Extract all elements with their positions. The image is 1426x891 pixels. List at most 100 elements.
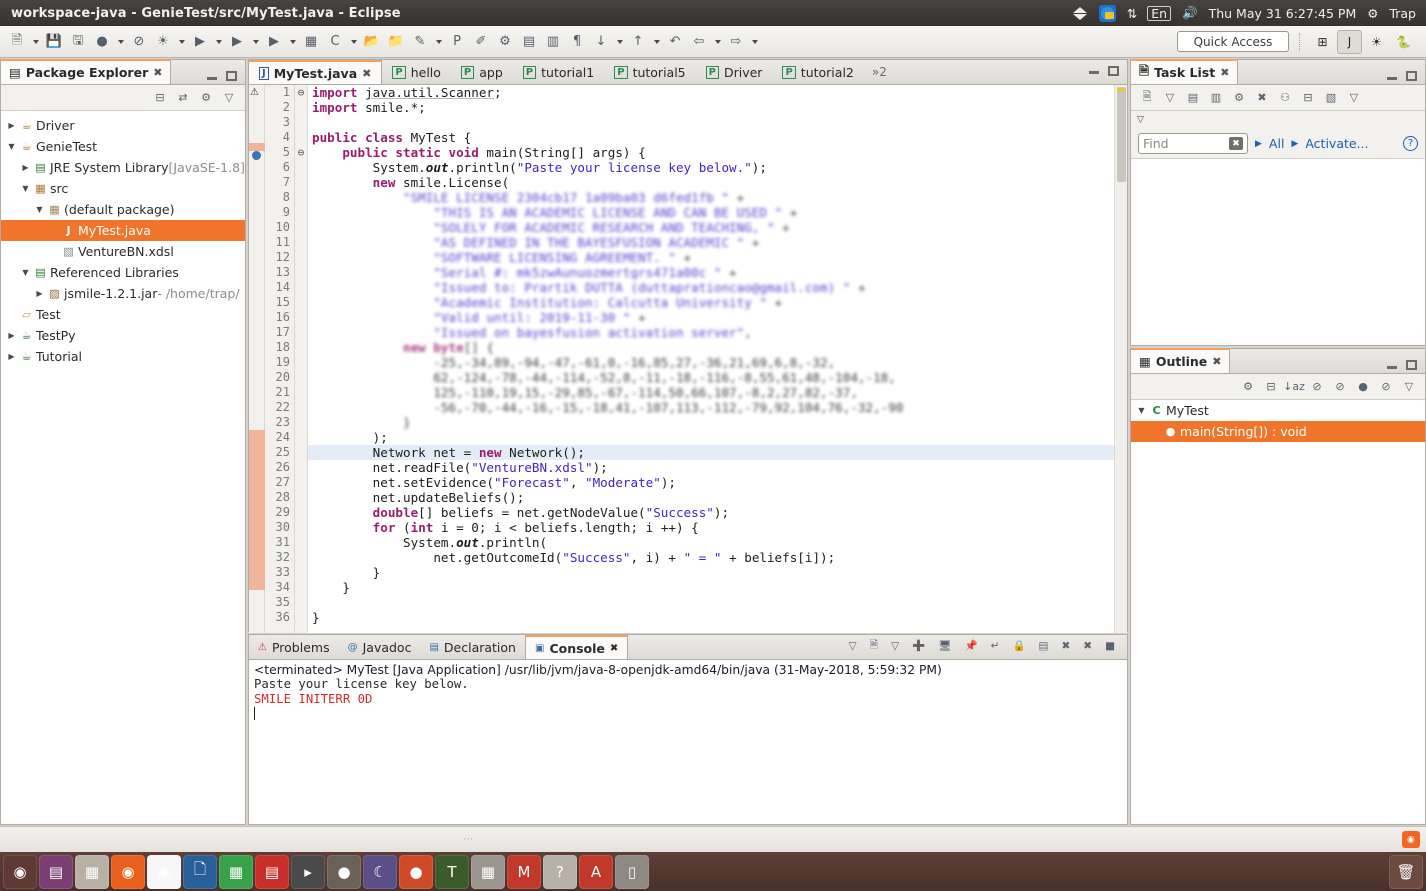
quick-access-input[interactable]: Quick Access [1177, 31, 1289, 52]
save[interactable]: 💾 [43, 31, 65, 53]
maximize-icon[interactable] [1406, 360, 1417, 370]
firefox-icon[interactable]: ◉ [111, 854, 145, 889]
link-with-editor-icon[interactable]: ⇄ [173, 88, 193, 108]
session-gear-icon[interactable]: ⚙ [1367, 6, 1378, 21]
back[interactable]: ⇦ [688, 31, 710, 53]
view-menu-arrow-icon[interactable]: ▽ [1137, 115, 1144, 125]
mendeley-icon[interactable]: M [507, 854, 541, 889]
close-icon[interactable]: ✖ [362, 67, 371, 80]
forward-dropdown[interactable] [749, 31, 760, 53]
tree-item[interactable]: ▶ ☕ TestPy [1, 325, 245, 346]
code-line[interactable] [308, 115, 1127, 130]
code-line-redacted[interactable]: new byte[] { [308, 340, 1127, 355]
perspective-java[interactable]: J [1337, 29, 1362, 54]
editor-tab-hello[interactable]: Phello [382, 60, 451, 84]
code-line[interactable]: } [308, 580, 1127, 595]
new-wizard-dropdown[interactable] [30, 31, 41, 53]
network-updown-icon[interactable]: ⇅ [1127, 6, 1138, 21]
scroll-lock-icon[interactable]: 🔒 [1012, 639, 1025, 652]
chevron-down-icon[interactable]: ▼ [33, 205, 46, 214]
editor-vertical-scrollbar[interactable] [1114, 85, 1127, 633]
new-console-dropdown-icon[interactable]: ▽ [849, 640, 857, 652]
tree-item[interactable]: ▶ ☕ Driver [1, 115, 245, 136]
external-tools-dropdown[interactable] [250, 31, 261, 53]
code-line-redacted[interactable]: "Issued to: Prartik DUTTA (duttaprationc… [308, 280, 1127, 295]
sort-icon[interactable]: ↓az [1283, 377, 1305, 397]
code-line-redacted[interactable]: "SOLELY FOR ACADEMIC RESEARCH AND TEACHI… [308, 220, 1127, 235]
chevron-right-icon[interactable]: ▶ [33, 289, 46, 298]
hide-fields-icon[interactable]: ⊘ [1307, 377, 1327, 397]
minimize-icon[interactable] [1387, 361, 1397, 370]
debug-dropdown[interactable] [176, 31, 187, 53]
close-icon[interactable]: ✖ [1212, 355, 1221, 368]
code-line-redacted[interactable]: -56,-70,-44,-16,-15,-18,41,-107,113,-112… [308, 400, 1127, 415]
new-console-view-icon[interactable]: 🗎 [870, 637, 878, 655]
code-line-redacted[interactable]: "AS DEFINED IN THE BAYESFUSION ACADEMIC … [308, 235, 1127, 250]
chevron-right-icon[interactable]: ▶ [5, 352, 18, 361]
view-menu-icon[interactable]: ▽ [219, 88, 239, 108]
tree-item[interactable]: ▶ ▤ JRE System Library [JavaSE-1.8] [1, 157, 245, 178]
task-list-content[interactable] [1131, 159, 1425, 344]
texmaker-icon[interactable]: T [435, 854, 469, 889]
close-icon[interactable]: ✖ [153, 66, 162, 79]
remove-launch-icon[interactable]: ✖ [1083, 640, 1092, 652]
libreoffice-writer-icon[interactable]: 🗋 [183, 854, 217, 889]
run[interactable]: ▶ [189, 31, 211, 53]
close-icon[interactable]: ✖ [610, 643, 618, 654]
package-explorer-tree[interactable]: ▶ ☕ Driver ▼ ☕ GenieTest ▶ ▤ JRE System Library … [1, 111, 245, 823]
weather-app-icon[interactable]: ● [327, 854, 361, 889]
editor-code-text[interactable]: import java.util.Scanner; import smile.*;… [308, 85, 1127, 633]
open-perspective[interactable]: ⊞ [1310, 30, 1335, 54]
code-line[interactable]: Network net = new Network(); [308, 445, 1127, 460]
editor-tab-tutorial2[interactable]: Ptutorial2 [772, 60, 863, 84]
run-dropdown[interactable] [213, 31, 224, 53]
editor-tab-overflow[interactable]: »2 [864, 60, 895, 84]
code-line-redacted[interactable]: "SMILE LICENSE 2304cb17 1a09ba03 d6fed1f… [308, 190, 1127, 205]
new-pydev-project[interactable]: ✎ [409, 31, 431, 53]
tree-item[interactable]: ▼ ▦ src [1, 178, 245, 199]
code-line[interactable]: double[] beliefs = net.getNodeValue("Suc… [308, 505, 1127, 520]
code-line[interactable]: System.out.println( [308, 535, 1127, 550]
dropbox-icon[interactable] [1072, 6, 1088, 21]
tree-item[interactable]: ▼ ▤ Referenced Libraries [1, 262, 245, 283]
collapse-all-icon[interactable]: ⊟ [1298, 88, 1318, 108]
minimize-icon[interactable] [1387, 72, 1397, 81]
view-menu-filters-icon[interactable]: ⚙ [196, 88, 216, 108]
code-line[interactable]: public static void main(String[] args) { [308, 145, 1127, 160]
new-java-class[interactable]: C [324, 31, 346, 53]
keyboard-layout-indicator[interactable]: En [1147, 5, 1172, 21]
code-line[interactable]: } [308, 610, 1127, 625]
code-line[interactable]: net.getOutcomeId("Success", i) + " = " +… [308, 550, 1127, 565]
code-line[interactable]: net.updateBeliefs(); [308, 490, 1127, 505]
fold-toggle-icon[interactable]: ⊖ [295, 145, 307, 160]
datetime-indicator[interactable]: Thu May 31 6:27:45 PM [1209, 6, 1357, 21]
maximize-icon[interactable] [1406, 71, 1417, 81]
editor-tab-driver[interactable]: P Driver [696, 60, 773, 84]
synchronize-changed-icon[interactable]: ✖ [1252, 88, 1272, 108]
code-line-redacted[interactable]: 62,-124,-78,-44,-114,-52,8,-11,-18,-116,… [308, 370, 1127, 385]
chevron-down-icon[interactable]: ▼ [1135, 406, 1148, 415]
globals-browser[interactable]: ⚙ [494, 31, 516, 53]
view-menu-icon[interactable]: ▽ [1399, 377, 1419, 397]
code-line-redacted[interactable]: "Valid until: 2019-11-30 " + [308, 310, 1127, 325]
files-manager-icon[interactable]: ▤ [39, 854, 73, 889]
tree-item-selected[interactable]: J MyTest.java [1, 220, 245, 241]
volume-icon[interactable]: 🔊 [1182, 5, 1198, 21]
pydev-module[interactable]: ✐ [470, 31, 492, 53]
new-task-icon[interactable]: 🗎 [1137, 88, 1157, 108]
chevron-down-icon[interactable]: ▼ [19, 268, 32, 277]
libreoffice-impress-icon[interactable]: ▤ [255, 854, 289, 889]
chevron-right-icon[interactable]: ▶ [19, 163, 32, 172]
new-java-package[interactable]: ▦ [300, 31, 322, 53]
pin-console-icon[interactable]: 📌 [965, 639, 978, 652]
code-line[interactable]: import smile.*; [308, 100, 1127, 115]
code-line[interactable]: net.setEvidence("Forecast", "Moderate"); [308, 475, 1127, 490]
code-line[interactable]: import java.util.Scanner; [308, 85, 1127, 100]
next-annotation-dropdown[interactable] [614, 31, 625, 53]
tab-package-explorer[interactable]: ▤ Package Explorer ✖ [1, 59, 172, 84]
ubuntu-dash-icon[interactable]: ◉ [3, 854, 37, 889]
toggle-breadcrumb[interactable]: ● [91, 31, 113, 53]
fold-toggle-icon[interactable]: ⊖ [295, 85, 307, 100]
console-tab-declaration[interactable]: ▤ Declaration [420, 635, 525, 659]
code-line-redacted[interactable]: } [308, 415, 1127, 430]
